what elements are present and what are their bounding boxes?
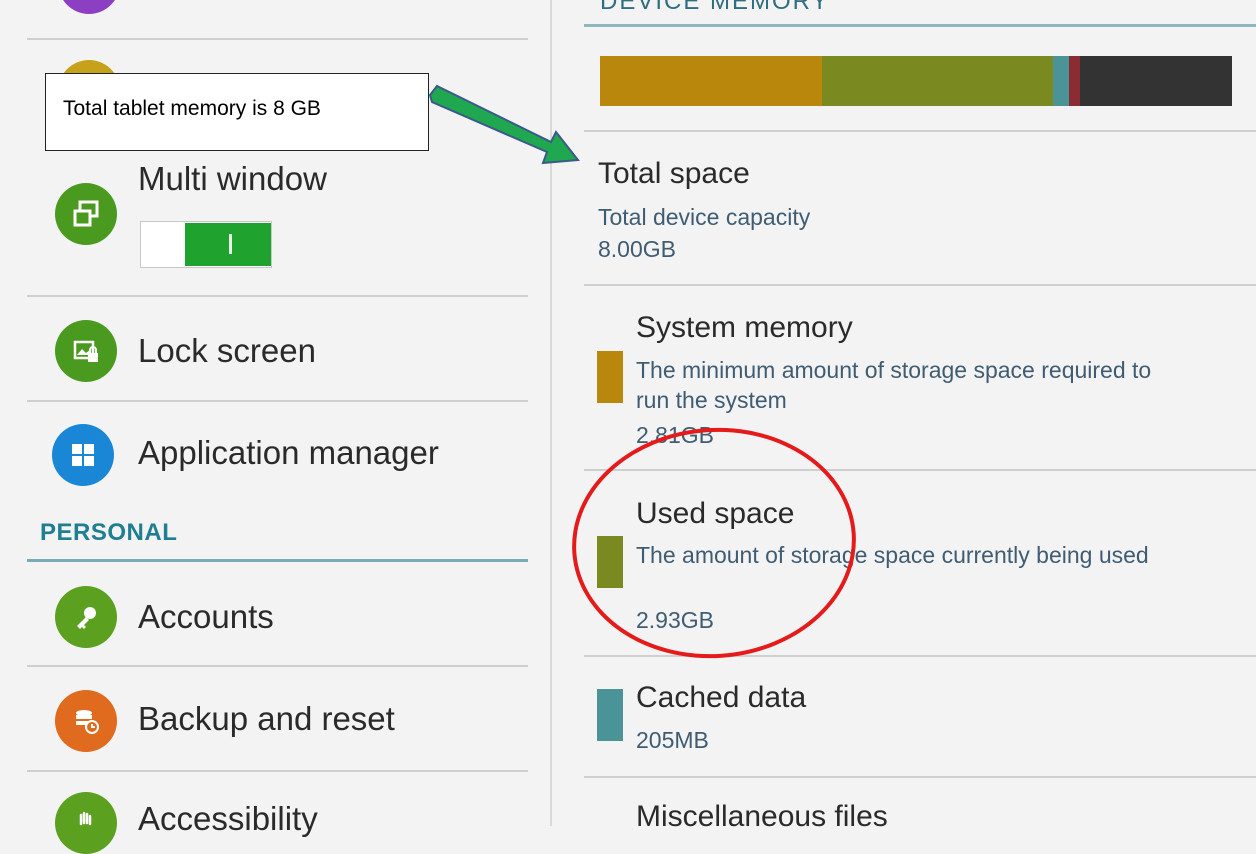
multi-window-toggle[interactable] [140,221,272,268]
system-memory-swatch [597,351,623,403]
lock-screen-icon [55,320,117,382]
divider [27,38,528,40]
storage-bar-segment [600,56,822,106]
total-space-title: Total space [598,157,750,190]
divider [584,469,1256,471]
backup-reset-label: Backup and reset [138,700,395,737]
multi-window-icon [55,183,117,245]
misc-files-title: Miscellaneous files [636,800,888,833]
used-space-value: 2.93GB [636,607,714,633]
hand-icon [55,792,117,854]
toggle-on-mark [229,234,232,254]
divider [27,295,528,297]
device-memory-header: DEVICE MEMORY [600,0,830,15]
storage-bar-segment [1068,56,1080,106]
toggle-on-track [185,223,271,266]
system-memory-value: 2.81GB [636,422,714,448]
application-manager-label: Application manager [138,434,439,471]
section-header-personal: PERSONAL [40,519,178,546]
callout-box: Total tablet memory is 8 GB [45,73,429,151]
storage-bar-segment [1079,56,1232,106]
divider [584,655,1256,657]
section-divider [27,559,528,562]
used-space-subtitle: The amount of storage space currently be… [636,542,1149,568]
multi-window-label: Multi window [138,160,327,197]
system-memory-title: System memory [636,311,853,344]
accessibility-label: Accessibility [138,800,318,837]
section-divider [584,24,1256,27]
grid-icon [52,424,114,486]
used-space-swatch [597,536,623,588]
system-memory-subtitle: The minimum amount of storage space requ… [636,357,1152,413]
used-space-title: Used space [636,497,795,530]
accounts-label: Accounts [138,598,274,635]
divider [27,665,528,667]
callout-text: Total tablet memory is 8 GB [63,97,321,120]
key-icon [55,586,117,648]
divider [584,130,1256,132]
cached-data-value: 205MB [636,727,709,753]
cached-data-title: Cached data [636,681,807,714]
storage-details: DEVICE MEMORY Total space Total device c… [552,0,1256,833]
partial-purple-icon [58,0,120,14]
divider [27,770,528,772]
storage-usage-bar [600,56,1232,106]
total-space-value: 8.00GB [598,236,676,262]
storage-bar-segment [821,56,1054,106]
storage-bar-segment [1053,56,1069,106]
total-space-subtitle: Total device capacity [598,204,811,230]
backup-icon [55,690,117,752]
lock-screen-label: Lock screen [138,332,316,369]
divider [584,776,1256,778]
divider [27,400,528,402]
divider [584,284,1256,286]
cached-data-swatch [597,689,623,741]
